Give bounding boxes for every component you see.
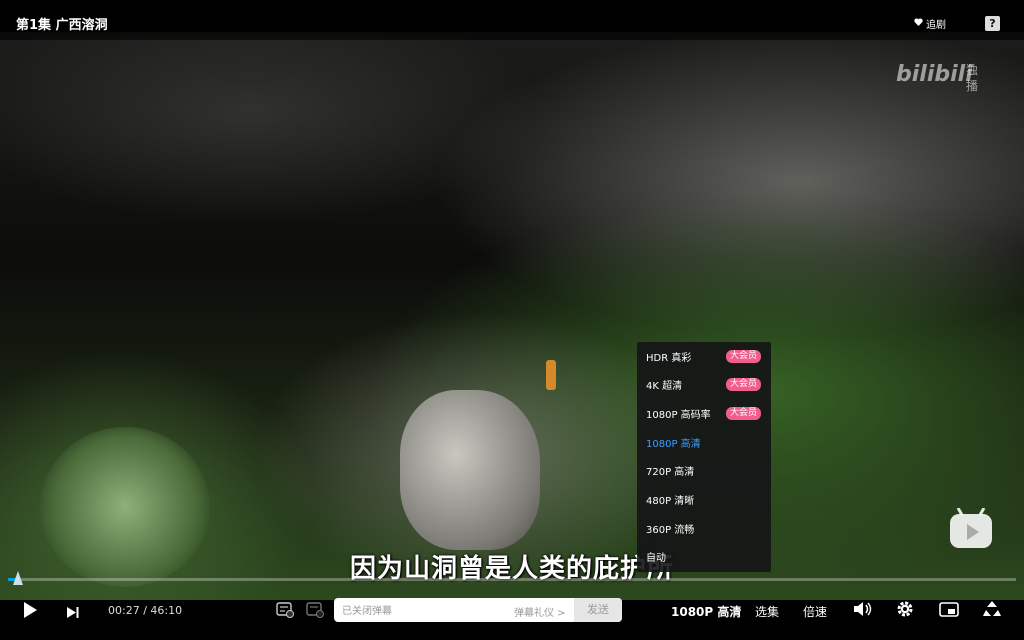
help-button[interactable]: ? (985, 16, 1000, 31)
quality-option[interactable]: 自动 (637, 543, 771, 571)
duration: 46:10 (150, 604, 183, 617)
quality-option-label: 480P 清晰 (646, 496, 695, 507)
speed-button[interactable]: 倍速 (803, 603, 827, 620)
quality-option-label: 1080P 高清 (646, 438, 701, 450)
vip-badge: 大会员 (726, 378, 762, 392)
quality-option[interactable]: 1080P 高清 (637, 428, 771, 456)
play-icon[interactable] (22, 601, 38, 623)
mini-tv-icon[interactable] (950, 508, 992, 548)
follow-button[interactable]: 追剧 (914, 16, 946, 31)
time-display: 00:27 / 46:10 (108, 604, 182, 617)
quality-option-label: 4K 超清 (646, 381, 683, 393)
quality-option-label: 720P 高清 (646, 467, 695, 479)
next-episode-icon[interactable] (66, 604, 80, 623)
danmaku-box: 弹幕礼仪 > 发送 (334, 598, 622, 624)
follow-label: 追剧 (926, 20, 946, 31)
vip-badge: 大会员 (726, 406, 762, 420)
exclusive-tag: 独播 (966, 63, 979, 93)
episodes-button[interactable]: 选集 (755, 603, 779, 620)
vip-badge: 大会员 (726, 349, 762, 363)
control-bar: 00:27 / 46:10 弹幕礼仪 > 发送 1080P 高清 选集 倍速 (0, 590, 1024, 630)
quality-option-label: 自动 (646, 553, 666, 565)
episode-title: 第1集 广西溶洞 (16, 18, 108, 33)
danmaku-input[interactable] (340, 598, 514, 624)
danmaku-toggle-icon[interactable] (276, 602, 294, 622)
heart-icon (914, 18, 923, 29)
send-button[interactable]: 发送 (574, 598, 622, 622)
quality-option-label: HDR 真彩 (646, 352, 692, 364)
video-person (546, 360, 556, 390)
quality-option[interactable]: 480P 清晰 (637, 486, 771, 514)
danmaku-etiquette-link[interactable]: 弹幕礼仪 > (514, 604, 566, 619)
progress-knob[interactable] (11, 570, 25, 585)
settings-icon[interactable] (896, 600, 914, 622)
bilibili-logo: bilibili (896, 62, 973, 87)
widescreen-icon[interactable] (939, 602, 959, 621)
quality-option[interactable]: 360P 流畅 (637, 514, 771, 542)
quality-option[interactable]: 4K 超清 大会员 (637, 371, 771, 399)
fullscreen-icon[interactable] (982, 600, 1002, 622)
top-bar: 第1集 广西溶洞 追剧 ? (0, 0, 1024, 40)
video-frame[interactable] (0, 32, 1024, 600)
danmaku-settings-icon[interactable] (306, 602, 324, 622)
volume-icon[interactable] (853, 601, 873, 621)
quality-option-label: 1080P 高码率 (646, 409, 711, 421)
quality-option[interactable]: HDR 真彩 大会员 (637, 342, 771, 370)
video-rock (400, 390, 540, 550)
current-time: 00:27 (108, 604, 140, 617)
quality-option[interactable]: 1080P 高码率 大会员 (637, 399, 771, 427)
progress-bar[interactable] (8, 571, 1016, 585)
quality-button[interactable]: 1080P 高清 (671, 603, 741, 620)
time-separator: / (143, 604, 147, 617)
quality-option[interactable]: 720P 高清 (637, 457, 771, 485)
quality-menu: HDR 真彩 大会员 4K 超清 大会员 1080P 高码率 大会员 1080P 高清 720… (637, 342, 771, 572)
quality-option-label: 360P 流畅 (646, 524, 695, 536)
